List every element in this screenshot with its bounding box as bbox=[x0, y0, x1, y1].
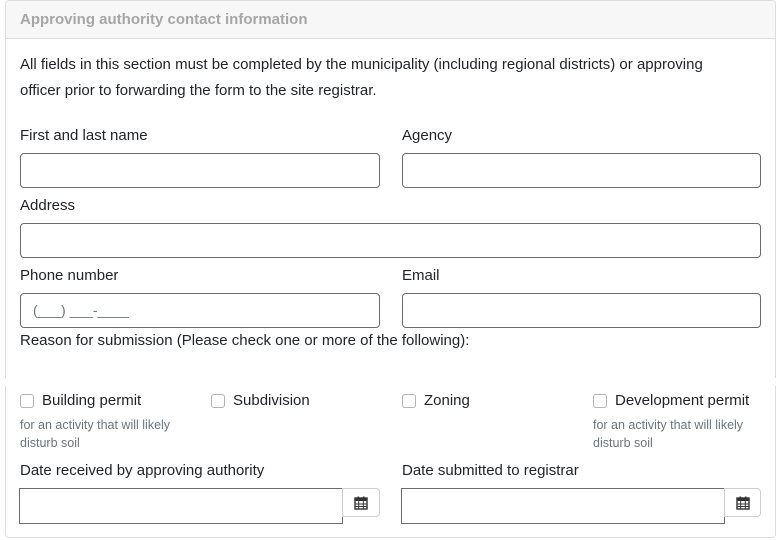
date-submitted-label: Date submitted to registrar bbox=[402, 462, 579, 479]
date-submitted-calendar-button[interactable] bbox=[724, 488, 761, 517]
email-label: Email bbox=[402, 267, 440, 284]
agency-input[interactable] bbox=[402, 153, 761, 188]
building-permit-checkbox[interactable] bbox=[20, 394, 34, 408]
section-divider-gap bbox=[0, 378, 777, 386]
approving-authority-card: Approving authority contact information bbox=[5, 0, 776, 538]
phone-label: Phone number bbox=[20, 267, 119, 284]
date-received-input[interactable] bbox=[19, 488, 343, 524]
email-input[interactable] bbox=[402, 293, 761, 328]
date-received-calendar-button[interactable] bbox=[342, 488, 380, 517]
intro-text-line2: officer prior to forwarding the form to … bbox=[20, 82, 377, 99]
reason-label: Reason for submission (Please check one … bbox=[20, 332, 470, 349]
subdivision-label[interactable]: Subdivision bbox=[233, 392, 310, 409]
building-permit-note-line2: disturb soil bbox=[20, 436, 80, 450]
building-permit-note-line1: for an activity that will likely bbox=[20, 418, 171, 432]
calendar-icon bbox=[735, 496, 750, 510]
zoning-label[interactable]: Zoning bbox=[424, 392, 470, 409]
name-label: First and last name bbox=[20, 127, 148, 144]
date-submitted-input[interactable] bbox=[401, 488, 725, 524]
name-input[interactable] bbox=[20, 153, 380, 188]
card-header: Approving authority contact information bbox=[6, 1, 775, 39]
phone-input[interactable]: (___) ___-____ bbox=[20, 293, 380, 328]
subdivision-checkbox[interactable] bbox=[211, 394, 225, 408]
address-input[interactable] bbox=[20, 223, 761, 258]
section-title: Approving authority contact information bbox=[20, 11, 308, 28]
zoning-checkbox[interactable] bbox=[402, 394, 416, 408]
address-label: Address bbox=[20, 197, 76, 214]
development-permit-note-line1: for an activity that will likely bbox=[593, 418, 744, 432]
calendar-icon bbox=[354, 496, 368, 510]
phone-placeholder: (___) ___-____ bbox=[33, 302, 129, 318]
development-permit-note-line2: disturb soil bbox=[593, 436, 653, 450]
intro-text-line1: All fields in this section must be compl… bbox=[20, 56, 703, 73]
date-received-label: Date received by approving authority bbox=[20, 462, 265, 479]
development-permit-checkbox[interactable] bbox=[593, 394, 607, 408]
development-permit-label[interactable]: Development permit bbox=[615, 392, 749, 409]
building-permit-label[interactable]: Building permit bbox=[42, 392, 141, 409]
agency-label: Agency bbox=[402, 127, 453, 144]
